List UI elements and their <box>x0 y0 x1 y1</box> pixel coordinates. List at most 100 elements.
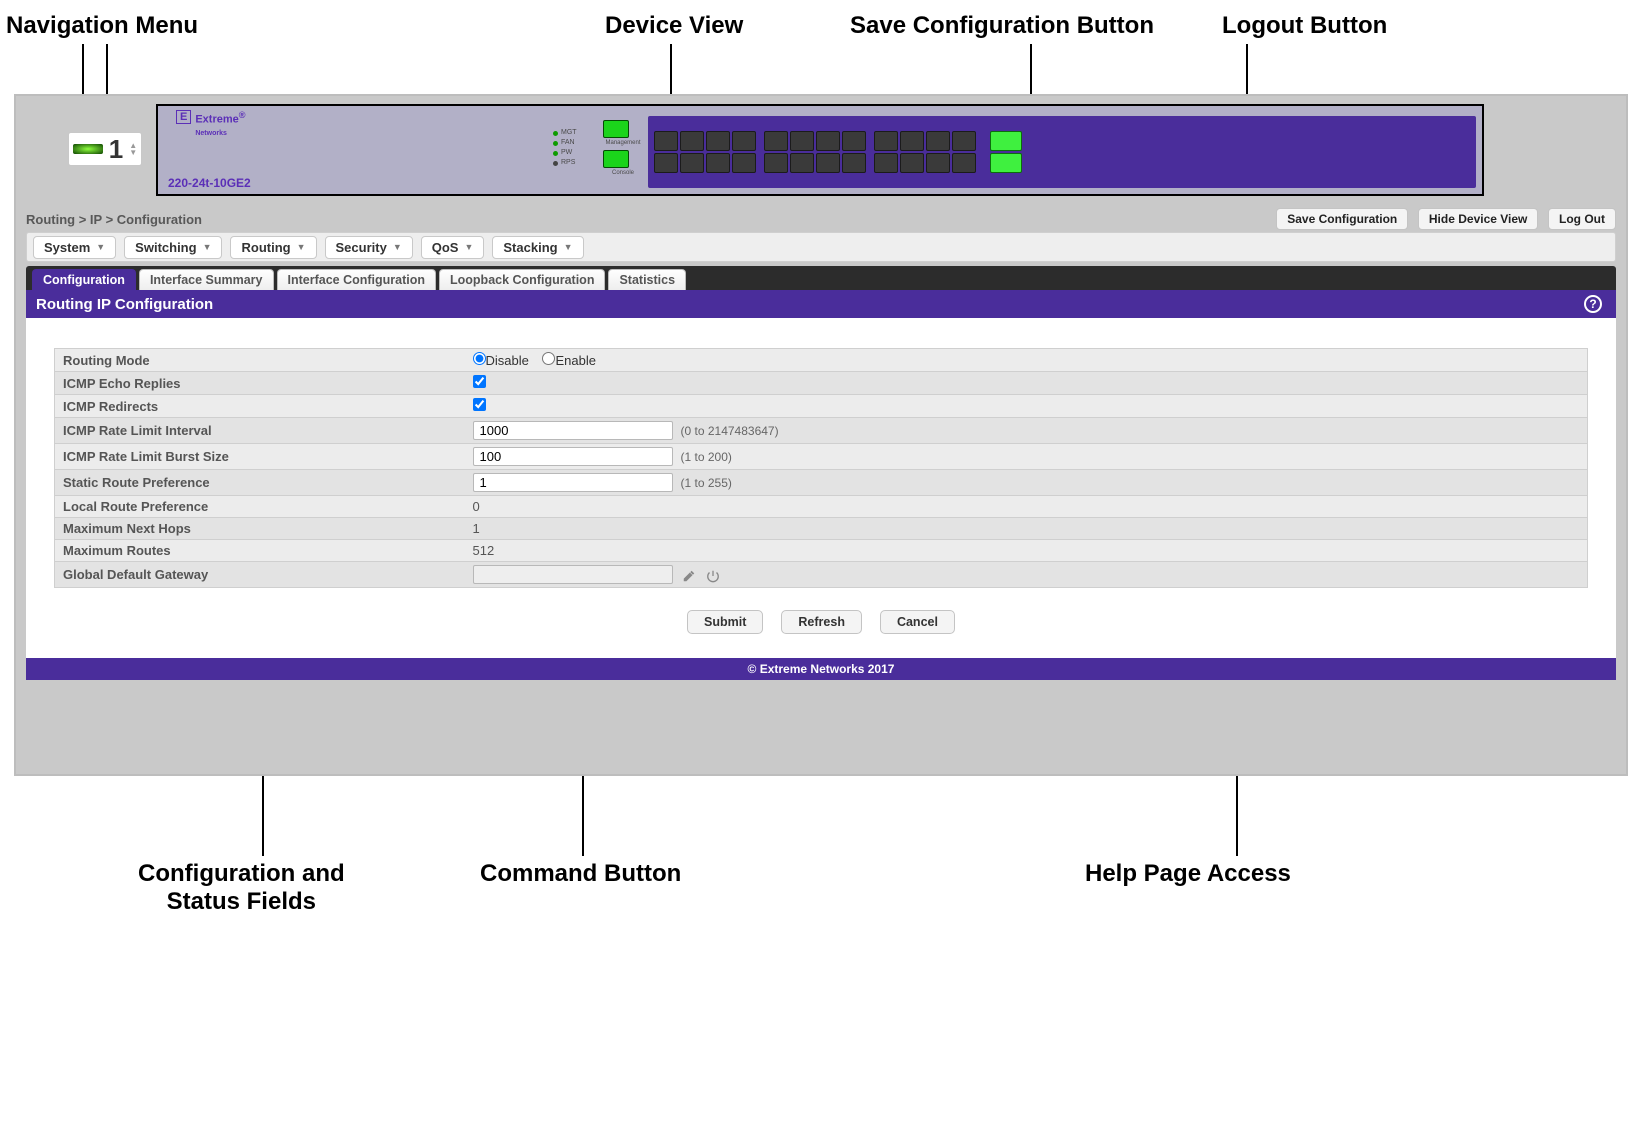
nav-routing[interactable]: Routing▼ <box>230 236 316 259</box>
mgmt-port <box>603 120 629 138</box>
port-bar <box>648 116 1476 188</box>
callout-line <box>670 44 672 98</box>
row-static-pref: Static Route Preference (1 to 255) <box>55 470 1588 496</box>
value-max-hops: 1 <box>465 518 1588 540</box>
console-label: Console <box>603 170 643 176</box>
nav-qos[interactable]: QoS▼ <box>421 236 485 259</box>
brand-logo: E Extreme® Networks <box>176 110 246 138</box>
row-max-routes: Maximum Routes 512 <box>55 540 1588 562</box>
input-rate-burst[interactable] <box>473 447 673 466</box>
port-group <box>654 131 756 173</box>
radio-disable[interactable] <box>473 352 486 365</box>
row-default-gw: Global Default Gateway <box>55 562 1588 588</box>
unit-selector[interactable]: 1 ▲▼ <box>68 132 142 166</box>
checkbox-icmp-redirects[interactable] <box>473 398 486 411</box>
radio-enable[interactable] <box>542 352 555 365</box>
tab-interface-configuration[interactable]: Interface Configuration <box>277 269 437 290</box>
chevron-down-icon: ▼ <box>564 242 573 252</box>
input-rate-interval[interactable] <box>473 421 673 440</box>
brand-name: Extreme <box>195 114 238 126</box>
unit-number: 1 <box>109 134 123 165</box>
command-row: Submit Refresh Cancel <box>54 610 1588 634</box>
config-table: Routing Mode Disable Enable ICMP Echo Re… <box>54 348 1588 588</box>
port-group <box>764 131 866 173</box>
row-icmp-echo: ICMP Echo Replies <box>55 372 1588 395</box>
brand-logo-icon: E <box>176 110 191 124</box>
label-icmp-echo: ICMP Echo Replies <box>55 372 465 395</box>
breadcrumb: Routing > IP > Configuration <box>26 212 202 227</box>
status-led-block: MGT FAN PW RPS <box>553 128 577 168</box>
device-model: 220-24t-10GE2 <box>168 176 251 190</box>
radio-disable-label: Disable <box>486 353 529 368</box>
navigation-menu: System▼ Switching▼ Routing▼ Security▼ Qo… <box>26 232 1616 262</box>
port-group <box>874 131 976 173</box>
callout-status-fields: Configuration and Status Fields <box>138 860 345 916</box>
unit-led-icon <box>73 144 103 154</box>
tab-loopback-configuration[interactable]: Loopback Configuration <box>439 269 605 290</box>
callout-nav-menu: Navigation Menu <box>6 12 198 40</box>
chevron-down-icon: ▼ <box>297 242 306 252</box>
pencil-icon[interactable] <box>682 569 696 583</box>
nav-switching[interactable]: Switching▼ <box>124 236 222 259</box>
brand-sub: Networks <box>195 130 227 137</box>
help-icon[interactable]: ? <box>1584 295 1602 313</box>
hint-rate-interval: (0 to 2147483647) <box>681 424 779 438</box>
app-window: 1 ▲▼ E Extreme® Networks 220-24t-10GE2 M… <box>14 94 1628 776</box>
mgmt-label: Management <box>603 140 643 146</box>
input-default-gw <box>473 565 673 584</box>
callout-logout-btn: Logout Button <box>1222 12 1387 40</box>
tab-statistics[interactable]: Statistics <box>608 269 686 290</box>
callout-command-btn: Command Button <box>480 860 681 888</box>
row-rate-burst: ICMP Rate Limit Burst Size (1 to 200) <box>55 444 1588 470</box>
label-max-hops: Maximum Next Hops <box>55 518 465 540</box>
mgmt-ports: Management Console <box>603 120 643 180</box>
refresh-button[interactable]: Refresh <box>781 610 862 634</box>
hint-rate-burst: (1 to 200) <box>681 450 732 464</box>
submit-button[interactable]: Submit <box>687 610 763 634</box>
value-max-routes: 512 <box>465 540 1588 562</box>
label-max-routes: Maximum Routes <box>55 540 465 562</box>
power-icon[interactable] <box>706 569 720 583</box>
label-static-pref: Static Route Preference <box>55 470 465 496</box>
callout-device-view: Device View <box>605 12 743 40</box>
label-local-pref: Local Route Preference <box>55 496 465 518</box>
logout-button[interactable]: Log Out <box>1548 208 1616 230</box>
save-config-button[interactable]: Save Configuration <box>1276 208 1408 230</box>
label-routing-mode: Routing Mode <box>55 349 465 372</box>
footer: © Extreme Networks 2017 <box>26 658 1616 680</box>
device-view: E Extreme® Networks 220-24t-10GE2 MGT FA… <box>156 104 1484 196</box>
value-local-pref: 0 <box>465 496 1588 518</box>
nav-system[interactable]: System▼ <box>33 236 116 259</box>
row-max-hops: Maximum Next Hops 1 <box>55 518 1588 540</box>
callout-help-access: Help Page Access <box>1085 860 1291 888</box>
chevron-down-icon: ▼ <box>464 242 473 252</box>
tab-bar: Configuration Interface Summary Interfac… <box>26 266 1616 290</box>
panel-title-bar: Routing IP Configuration ? <box>26 290 1616 318</box>
chevron-down-icon: ▼ <box>393 242 402 252</box>
row-local-pref: Local Route Preference 0 <box>55 496 1588 518</box>
sfp-ports <box>990 131 1022 173</box>
checkbox-icmp-echo[interactable] <box>473 375 486 388</box>
label-default-gw: Global Default Gateway <box>55 562 465 588</box>
console-port <box>603 150 629 168</box>
tab-interface-summary[interactable]: Interface Summary <box>139 269 274 290</box>
input-static-pref[interactable] <box>473 473 673 492</box>
chevron-down-icon: ▼ <box>96 242 105 252</box>
panel-body: Routing Mode Disable Enable ICMP Echo Re… <box>26 318 1616 658</box>
row-routing-mode: Routing Mode Disable Enable <box>55 349 1588 372</box>
panel-title: Routing IP Configuration <box>36 296 213 313</box>
row-rate-interval: ICMP Rate Limit Interval (0 to 214748364… <box>55 418 1588 444</box>
spinner-icon[interactable]: ▲▼ <box>129 142 137 156</box>
nav-stacking[interactable]: Stacking▼ <box>492 236 583 259</box>
nav-security[interactable]: Security▼ <box>325 236 413 259</box>
callout-save-btn: Save Configuration Button <box>850 12 1154 40</box>
row-icmp-redirects: ICMP Redirects <box>55 395 1588 418</box>
hide-device-button[interactable]: Hide Device View <box>1418 208 1539 230</box>
chevron-down-icon: ▼ <box>203 242 212 252</box>
label-rate-burst: ICMP Rate Limit Burst Size <box>55 444 465 470</box>
label-icmp-redirects: ICMP Redirects <box>55 395 465 418</box>
hint-static-pref: (1 to 255) <box>681 476 732 490</box>
cancel-button[interactable]: Cancel <box>880 610 955 634</box>
label-rate-interval: ICMP Rate Limit Interval <box>55 418 465 444</box>
tab-configuration[interactable]: Configuration <box>32 269 136 290</box>
